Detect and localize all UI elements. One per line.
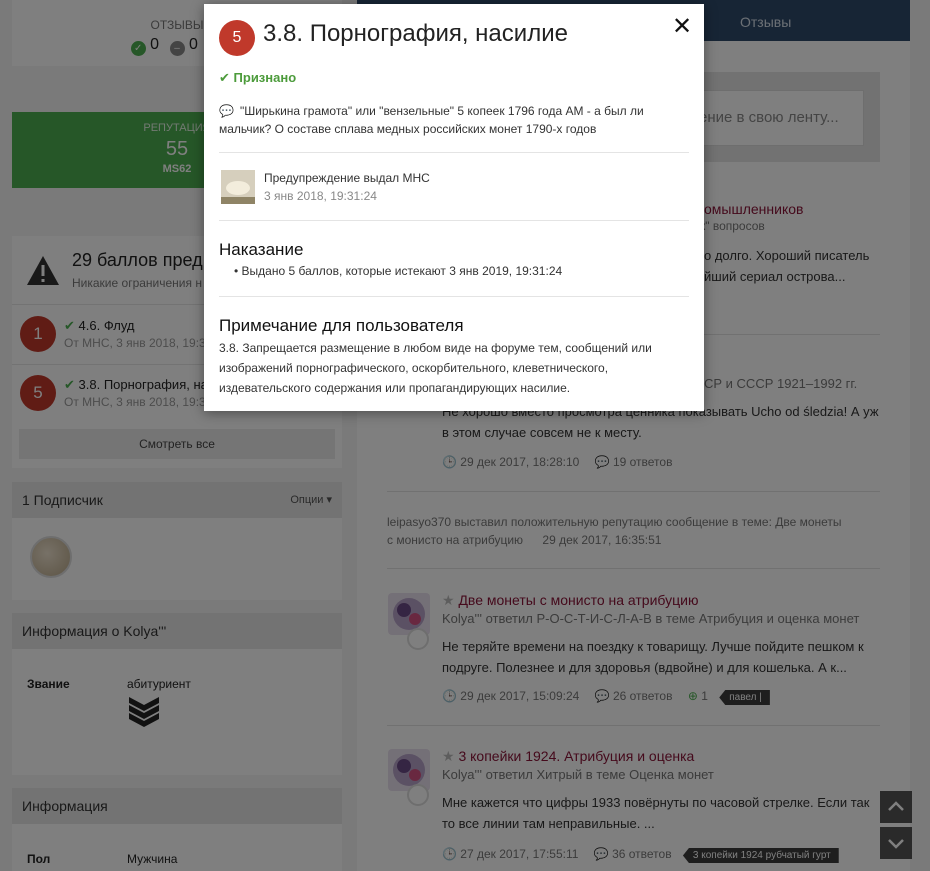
issuer-text: Предупреждение выдал МНС	[264, 171, 430, 185]
warned-content-text: "Ширькина грамота" или "вензельные" 5 ко…	[219, 104, 644, 136]
dialog-title: 3.8. Порнография, насилие	[263, 20, 568, 47]
divider	[219, 296, 689, 297]
issuer-photo-icon	[221, 170, 255, 204]
comment-icon: 💬	[219, 104, 234, 118]
issuer-avatar[interactable]	[221, 170, 255, 204]
divider	[219, 152, 689, 153]
note-heading: Примечание для пользователя	[219, 316, 464, 335]
warning-points-badge: 5	[219, 20, 255, 56]
status-badge: ✔ Признано	[219, 70, 296, 86]
warned-content-link[interactable]: 💬 "Ширькина грамота" или "вензельные" 5 к…	[219, 102, 689, 138]
warning-dialog: 5 3.8. Порнография, насилие ✕ ✔ Признано…	[204, 4, 704, 411]
close-button[interactable]: ✕	[672, 15, 692, 39]
bullet-icon: •	[234, 264, 239, 278]
status-text: Признано	[233, 70, 297, 85]
issue-date: 3 янв 2018, 19:31:24	[264, 189, 377, 203]
divider	[219, 220, 689, 221]
penalty-item-text: Выдано 5 баллов, которые истекают 3 янв …	[241, 264, 563, 278]
note-text: 3.8. Запрещается размещение в любом виде…	[219, 341, 652, 395]
check-circle-icon: ✔	[219, 70, 230, 85]
penalty-item: • Выдано 5 баллов, которые истекают 3 ян…	[234, 264, 562, 278]
penalty-heading: Наказание	[219, 240, 304, 259]
